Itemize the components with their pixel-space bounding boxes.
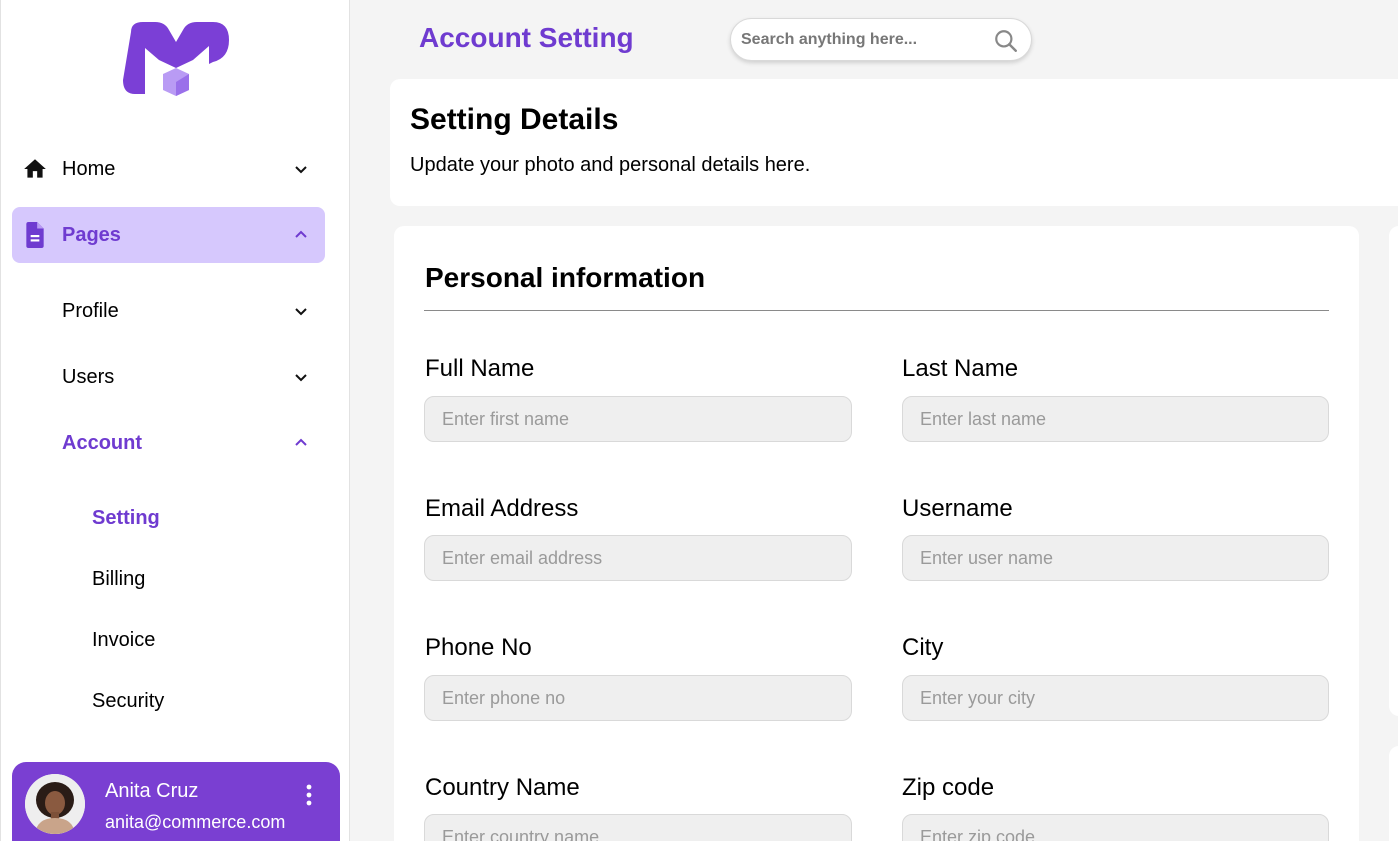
- user-card[interactable]: Anita Cruz anita@commerce.com: [12, 762, 340, 841]
- city-field[interactable]: [902, 675, 1329, 721]
- search-input[interactable]: [741, 27, 981, 53]
- sidebar-subitem-billing[interactable]: Billing: [92, 568, 145, 591]
- details-subtitle: Update your photo and personal details h…: [410, 154, 811, 176]
- chevron-up-icon[interactable]: [291, 225, 311, 245]
- sidebar: Home Pages Profile Users Account Setting…: [0, 0, 350, 841]
- sidebar-item-label: Pages: [62, 223, 121, 246]
- sidebar-subitem-setting[interactable]: Setting: [92, 507, 160, 530]
- full-name-label: Full Name: [425, 355, 535, 382]
- side-panel-lower: [1389, 746, 1398, 841]
- sidebar-subitem-security[interactable]: Security: [92, 690, 164, 713]
- first-name-field[interactable]: [424, 396, 852, 442]
- sidebar-item-profile[interactable]: Profile: [12, 283, 325, 339]
- city-label: City: [902, 634, 944, 661]
- brand-logo[interactable]: [121, 18, 231, 98]
- chevron-down-icon[interactable]: [291, 301, 311, 321]
- chevron-down-icon[interactable]: [291, 159, 311, 179]
- chevron-up-icon[interactable]: [291, 433, 311, 453]
- phone-label: Phone No: [425, 634, 532, 661]
- last-name-label: Last Name: [902, 355, 1019, 382]
- home-icon: [22, 156, 48, 182]
- document-icon: [22, 222, 48, 248]
- sidebar-item-label: Account: [62, 431, 142, 454]
- sidebar-subitem-invoice[interactable]: Invoice: [92, 629, 155, 652]
- sidebar-item-account[interactable]: Account: [12, 415, 325, 471]
- sidebar-item-home[interactable]: Home: [12, 141, 325, 197]
- user-email: anita@commerce.com: [105, 812, 286, 832]
- sidebar-item-users[interactable]: Users: [12, 349, 325, 405]
- search-box: [730, 18, 1032, 61]
- email-label: Email Address: [425, 495, 579, 522]
- sidebar-item-pages[interactable]: Pages: [12, 207, 325, 263]
- setting-details-card: Setting Details Update your photo and pe…: [390, 79, 1398, 206]
- page-title: Account Setting: [419, 22, 634, 53]
- personal-info-card: Personal information Full Name Last Name…: [394, 226, 1359, 841]
- zip-code-field[interactable]: [902, 814, 1329, 841]
- user-name: Anita Cruz: [105, 780, 199, 802]
- side-panel: [1389, 226, 1398, 716]
- last-name-field[interactable]: [902, 396, 1329, 442]
- country-field[interactable]: [424, 814, 852, 841]
- chevron-down-icon[interactable]: [291, 367, 311, 387]
- country-label: Country Name: [425, 774, 580, 801]
- sidebar-item-label: Profile: [62, 299, 119, 322]
- search-icon[interactable]: [993, 28, 1019, 54]
- details-title: Setting Details: [410, 103, 619, 136]
- sidebar-item-label: Users: [62, 365, 115, 388]
- username-field[interactable]: [902, 535, 1329, 581]
- username-label: Username: [902, 495, 1013, 522]
- avatar: [25, 774, 85, 834]
- personal-info-title: Personal information: [425, 262, 706, 293]
- phone-field[interactable]: [424, 675, 852, 721]
- zip-code-label: Zip code: [902, 774, 995, 801]
- email-field[interactable]: [424, 535, 852, 581]
- sidebar-item-label: Home: [62, 157, 116, 180]
- divider: [424, 310, 1329, 311]
- more-vertical-icon[interactable]: [299, 782, 319, 808]
